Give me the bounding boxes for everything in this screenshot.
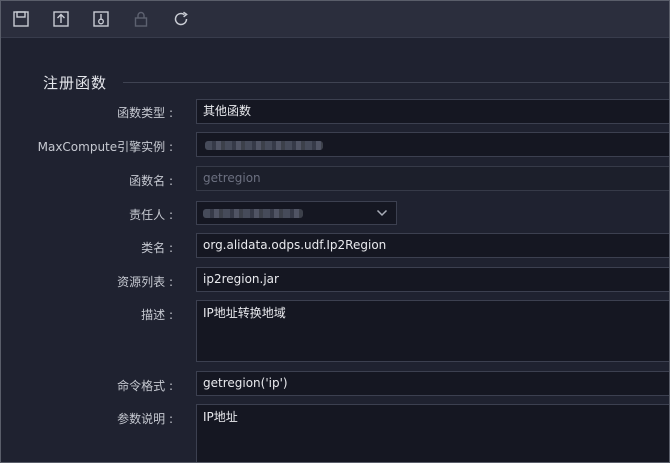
params-label: 参数说明 : [117, 412, 173, 426]
class-name-label: 类名 : [141, 241, 173, 255]
submit-icon [93, 11, 109, 27]
description-label: 描述 : [141, 308, 173, 322]
upload-button[interactable] [52, 10, 70, 28]
function-type-field[interactable]: 其他函数 [196, 99, 669, 124]
engine-field[interactable] [196, 132, 669, 157]
command-field[interactable]: getregion('ip') [196, 371, 669, 396]
owner-label: 责任人 : [129, 208, 173, 222]
redacted-owner-value [203, 209, 303, 218]
function-name-label: 函数名 : [129, 174, 173, 188]
section-title: 注册函数 [43, 74, 108, 92]
section-divider [123, 82, 669, 83]
function-type-label: 函数类型 : [117, 106, 173, 120]
owner-select[interactable] [196, 201, 397, 225]
command-label: 命令格式 : [117, 379, 173, 393]
function-name-field: getregion [196, 166, 669, 191]
params-textarea[interactable]: IP地址 [196, 404, 669, 462]
upload-icon [53, 11, 69, 27]
engine-label: MaxCompute引擎实例 : [37, 140, 173, 154]
resources-label: 资源列表 : [117, 275, 173, 289]
refresh-icon [174, 11, 188, 26]
lock-button[interactable] [132, 10, 150, 28]
save-button[interactable] [12, 10, 30, 28]
save-icon [13, 11, 29, 27]
resources-field[interactable]: ip2region.jar [196, 267, 669, 292]
redacted-engine-value [205, 141, 323, 150]
refresh-button[interactable] [172, 10, 190, 28]
description-textarea[interactable]: IP地址转换地域 [196, 300, 669, 362]
class-name-field[interactable]: org.alidata.odps.udf.Ip2Region [196, 233, 669, 258]
submit-button[interactable] [92, 10, 110, 28]
chevron-down-icon [376, 209, 388, 217]
lock-icon [134, 11, 148, 27]
function-editor-window: 注册函数 函数类型 : 其他函数 MaxCompute引擎实例 : 函数名 : … [0, 0, 670, 463]
toolbar [1, 1, 669, 38]
